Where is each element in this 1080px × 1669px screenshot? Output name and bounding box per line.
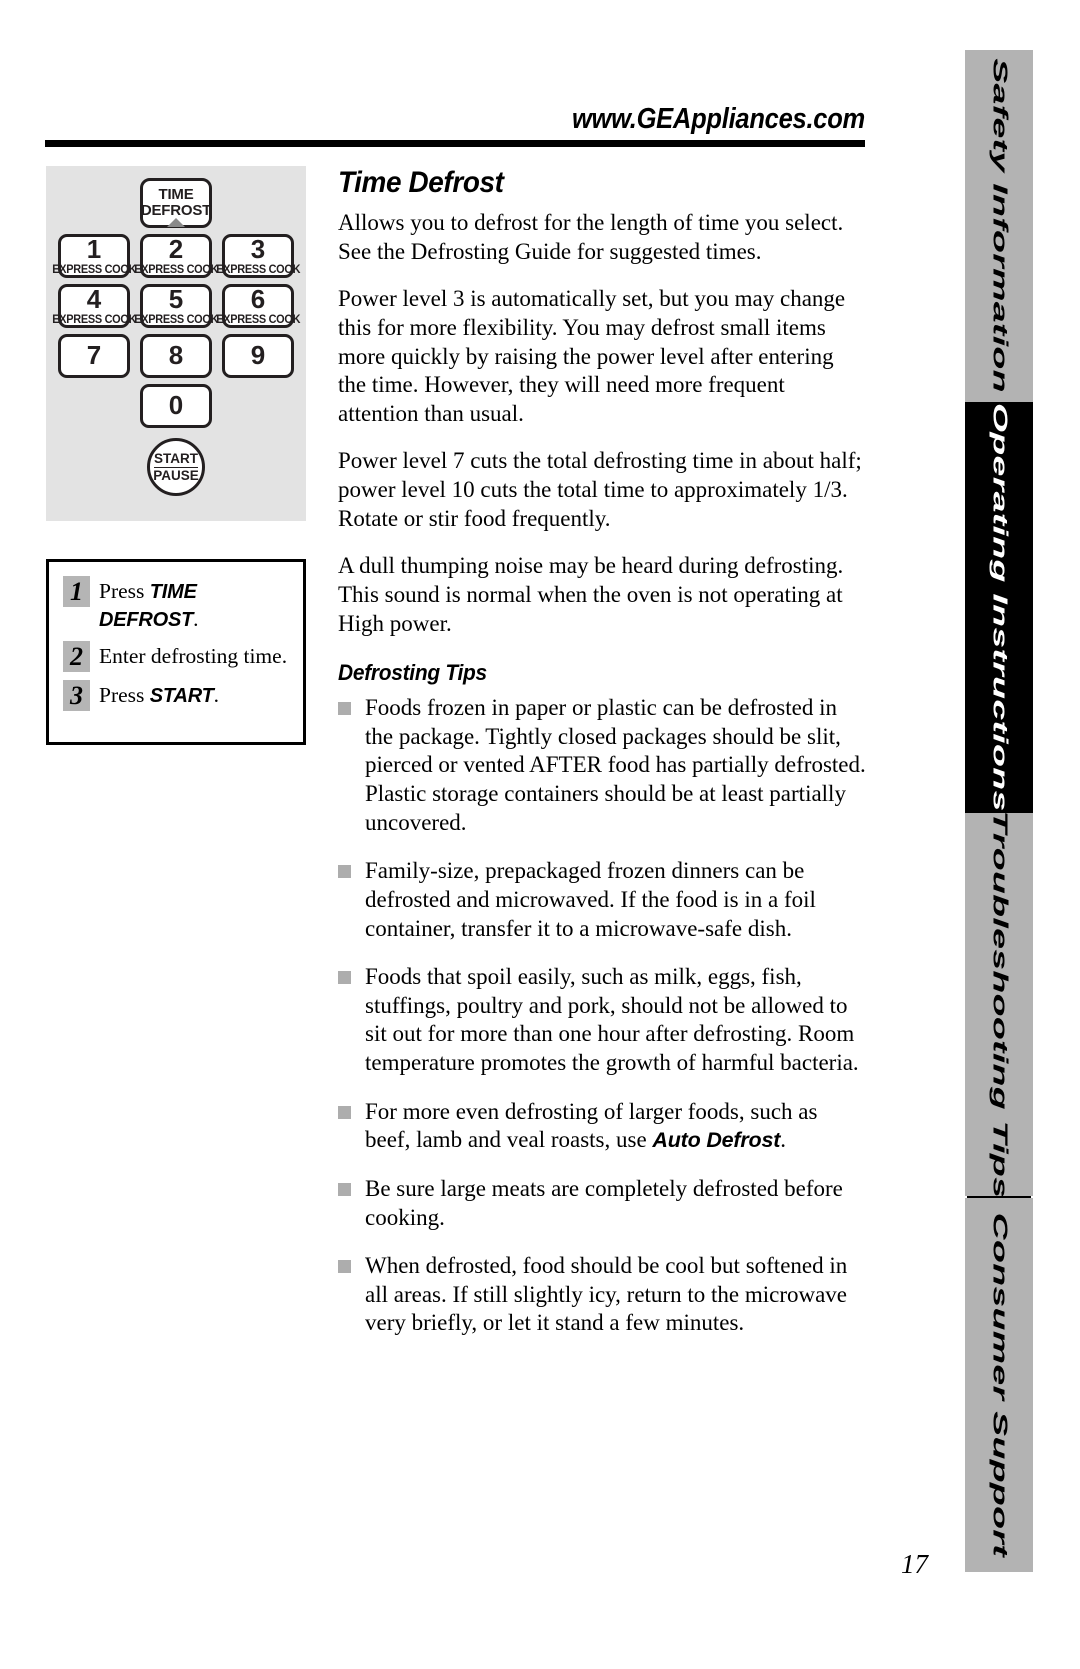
body-paragraph: Allows you to defrost for the length of … [338, 210, 844, 264]
step-number: 3 [63, 680, 90, 712]
step-text: Press START. [99, 680, 219, 710]
tab-safety-information[interactable]: Safety Information [965, 50, 1033, 402]
keypad-key-0[interactable]: 0 [140, 384, 212, 428]
step-item: 3 Press START. [63, 680, 293, 712]
key-digit: 6 [250, 284, 266, 315]
page-title: Time Defrost [338, 166, 504, 199]
time-defrost-key[interactable]: TIME DEFROST [140, 178, 212, 228]
tips-heading: Defrosting Tips [338, 660, 487, 686]
tip-text: Family-size, prepackaged frozen dinners … [365, 858, 816, 941]
website-url: www.GEAppliances.com [572, 103, 865, 135]
tab-label: Troubleshooting Tips [987, 813, 1011, 1196]
step-text-post: . [213, 683, 219, 708]
key-digit: 7 [86, 340, 102, 371]
step-text-post: . [193, 606, 199, 631]
step-command: START [149, 685, 214, 708]
key-sublabel: EXPRESS COOK [215, 313, 301, 326]
tip-text: When defrosted, food should be cool but … [365, 1253, 848, 1336]
main-content: Time Defrost Allows you to defrost for t… [338, 166, 866, 1358]
keypad-key-6[interactable]: 6 EXPRESS COOK [216, 284, 300, 328]
step-text: Enter defrosting time. [99, 641, 287, 671]
step-text: Press TIME DEFROST. [99, 576, 293, 633]
tips-list: Foods frozen in paper or plastic can be … [338, 694, 866, 1338]
tip-command: Auto Defrost [652, 1128, 781, 1153]
body-paragraph: Power level 7 cuts the total defrosting … [338, 448, 862, 531]
key-digit: 8 [168, 340, 184, 371]
tip-text: Be sure large meats are completely defro… [365, 1175, 843, 1230]
square-bullet-icon [338, 702, 351, 716]
manual-page: www.GEAppliances.com TIME DEFROST 1 EXPR… [0, 0, 1080, 1669]
step-number: 2 [63, 641, 90, 673]
step-item: 1 Press TIME DEFROST. [63, 576, 293, 633]
tip-text: Foods frozen in paper or plastic can be … [365, 695, 866, 835]
keypad-key-3[interactable]: 3 EXPRESS COOK [216, 234, 300, 278]
key-sublabel: EXPRESS COOK [133, 263, 219, 276]
key-sublabel: EXPRESS COOK [133, 313, 219, 326]
list-item: When defrosted, food should be cool but … [338, 1252, 866, 1338]
tip-text: Foods that spoil easily, such as milk, e… [365, 964, 859, 1075]
square-bullet-icon [338, 865, 351, 879]
section-tab-strip: Safety Information Operating Instruction… [965, 50, 1033, 1572]
list-item: Be sure large meats are completely defro… [338, 1175, 866, 1232]
key-digit: 2 [168, 234, 184, 265]
steps-box: 1 Press TIME DEFROST. 2 Enter defrosting… [46, 559, 306, 745]
keypad-key-4[interactable]: 4 EXPRESS COOK [52, 284, 136, 328]
key-digit: 4 [86, 284, 102, 315]
time-defrost-key-line1: TIME [158, 185, 194, 203]
keypad-key-8[interactable]: 8 [140, 334, 212, 378]
square-bullet-icon [338, 1260, 351, 1274]
time-defrost-key-line2: DEFROST [140, 202, 212, 219]
step-text-pre: Press [99, 579, 150, 603]
start-label: START [154, 450, 198, 468]
keypad-key-5[interactable]: 5 EXPRESS COOK [134, 284, 218, 328]
list-item: Foods frozen in paper or plastic can be … [338, 694, 866, 837]
body-paragraph: Power level 3 is automatically set, but … [338, 286, 846, 426]
tab-label: Safety Information [987, 58, 1011, 394]
key-sublabel: EXPRESS COOK [215, 263, 301, 276]
step-number: 1 [63, 576, 90, 607]
body-paragraph: A dull thumping noise may be heard durin… [338, 553, 844, 636]
keypad: TIME DEFROST 1 EXPRESS COOK 2 EXPRESS CO… [46, 166, 306, 521]
keypad-key-2[interactable]: 2 EXPRESS COOK [134, 234, 218, 278]
tab-label: Operating Instructions [987, 403, 1011, 812]
key-digit: 9 [250, 340, 266, 371]
key-digit: 1 [86, 234, 102, 265]
step-item: 2 Enter defrosting time. [63, 641, 293, 673]
keypad-key-1[interactable]: 1 EXPRESS COOK [52, 234, 136, 278]
keypad-key-9[interactable]: 9 [222, 334, 294, 378]
key-digit: 5 [168, 284, 184, 315]
square-bullet-icon [338, 971, 351, 985]
key-sublabel: EXPRESS COOK [51, 263, 137, 276]
list-item: Family-size, prepackaged frozen dinners … [338, 857, 866, 943]
list-item: For more even defrosting of larger foods… [338, 1098, 866, 1155]
control-panel-illustration: TIME DEFROST 1 EXPRESS COOK 2 EXPRESS CO… [46, 166, 306, 521]
key-digit: 0 [168, 390, 184, 421]
page-number: 17 [901, 1549, 928, 1579]
tab-troubleshooting-tips[interactable]: Troubleshooting Tips [965, 813, 1033, 1196]
step-text-pre: Press [99, 683, 150, 708]
start-pause-button[interactable]: START PAUSE [147, 438, 205, 496]
tab-operating-instructions[interactable]: Operating Instructions [965, 402, 1033, 813]
square-bullet-icon [338, 1182, 351, 1196]
header-divider [45, 140, 865, 147]
tab-label: Consumer Support [987, 1212, 1011, 1558]
tab-consumer-support[interactable]: Consumer Support [965, 1198, 1033, 1572]
tip-text-post: . [780, 1127, 786, 1153]
key-sublabel: EXPRESS COOK [51, 313, 137, 326]
list-item: Foods that spoil easily, such as milk, e… [338, 963, 866, 1078]
key-digit: 3 [250, 234, 266, 265]
pointer-triangle-icon [167, 218, 185, 227]
pause-label: PAUSE [153, 467, 199, 483]
keypad-key-7[interactable]: 7 [58, 334, 130, 378]
square-bullet-icon [338, 1105, 351, 1119]
step-text-pre: Enter defrosting time. [99, 644, 288, 669]
